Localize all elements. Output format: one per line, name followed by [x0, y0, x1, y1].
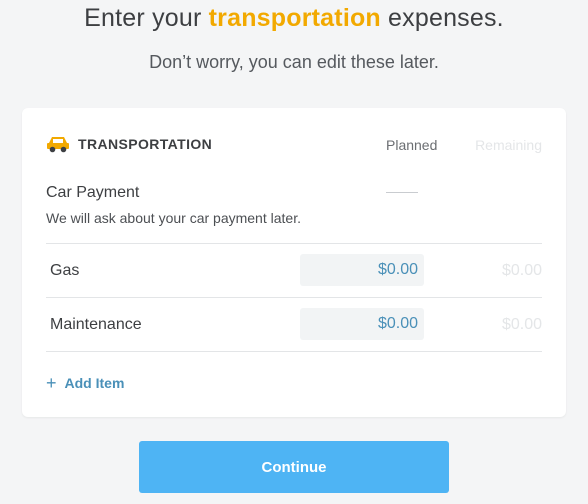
budget-group-card: TRANSPORTATION Planned Remaining Car Pay… [22, 108, 566, 417]
car-payment-label: Car Payment [46, 184, 140, 201]
item-label[interactable]: Gas [50, 262, 79, 280]
column-header-remaining: Remaining [475, 137, 542, 153]
title-accent: transportation [208, 4, 381, 32]
plus-icon: + [46, 373, 57, 393]
add-item-label: Add Item [64, 375, 125, 391]
budget-item-row-gas[interactable]: Gas $0.00 $0.00 [46, 244, 542, 298]
car-payment-note: We will ask about your car payment later… [46, 210, 301, 226]
page-subtitle: Don’t worry, you can edit these later. [149, 52, 439, 72]
budget-item-row-maintenance[interactable]: Maintenance $0.00 $0.00 [46, 298, 542, 352]
car-icon [47, 137, 69, 153]
car-payment-empty-dash [386, 192, 418, 193]
add-item-button[interactable]: + Add Item [46, 372, 125, 393]
remaining-amount: $0.00 [501, 316, 542, 333]
page-title: Enter your transportation expenses. [0, 4, 588, 33]
remaining-amount: $0.00 [501, 262, 542, 279]
car-payment-row: Car Payment We will ask about your car p… [46, 184, 542, 244]
title-before: Enter your [84, 4, 209, 32]
item-label[interactable]: Maintenance [50, 316, 142, 334]
planned-amount-input[interactable]: $0.00 [300, 254, 424, 286]
continue-button[interactable]: Continue [139, 441, 449, 493]
column-header-planned: Planned [386, 137, 438, 153]
title-after: expenses. [380, 4, 504, 32]
planned-amount-input[interactable]: $0.00 [300, 308, 424, 340]
group-title: TRANSPORTATION [78, 136, 213, 152]
group-header: TRANSPORTATION Planned Remaining [46, 134, 542, 156]
